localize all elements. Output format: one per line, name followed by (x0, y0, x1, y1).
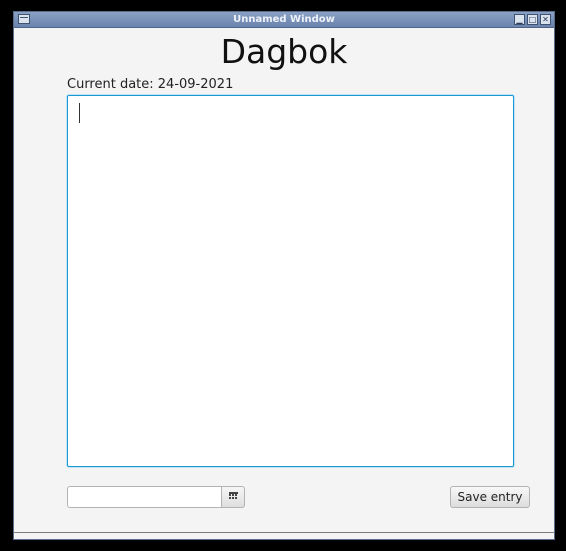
window-title: Unnamed Window (233, 14, 335, 25)
minimize-icon[interactable]: ▁ (514, 14, 525, 25)
save-entry-button[interactable]: Save entry (450, 486, 530, 508)
close-icon[interactable]: ✕ (540, 14, 551, 25)
window-bottom-divider (14, 532, 554, 533)
calendar-button[interactable] (222, 486, 245, 508)
calendar-icon (228, 492, 238, 502)
date-picker-input[interactable] (67, 486, 222, 508)
window-titlebar[interactable]: Unnamed Window ▁ □ ✕ (14, 12, 554, 28)
app-window: Unnamed Window ▁ □ ✕ Dagbok Current date… (13, 11, 555, 540)
text-caret (79, 103, 80, 123)
page-title: Dagbok (220, 32, 348, 71)
maximize-icon[interactable]: □ (527, 14, 538, 25)
date-picker[interactable] (67, 486, 245, 508)
current-date-label: Current date: 24-09-2021 (67, 77, 234, 92)
window-controls: ▁ □ ✕ (514, 14, 551, 25)
diary-entry-textarea[interactable] (67, 95, 514, 467)
